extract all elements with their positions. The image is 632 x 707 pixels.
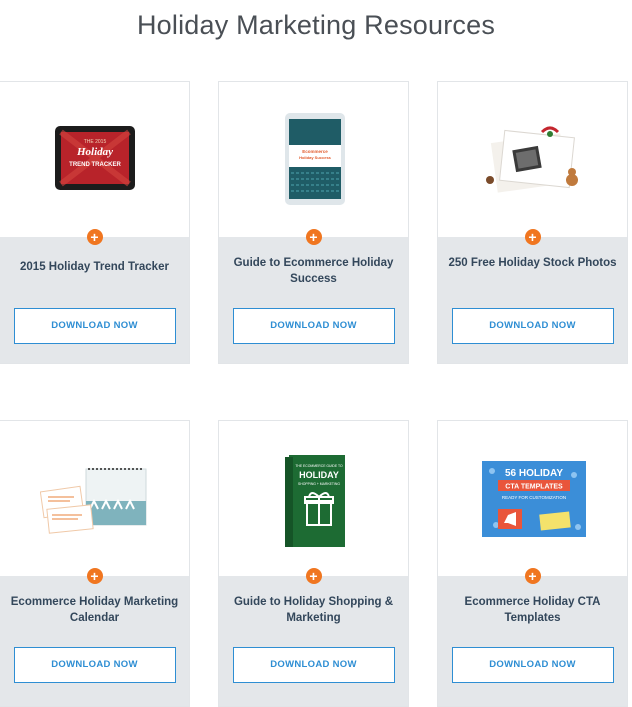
tablet-image: Ecommerce Holiday Success: [285, 113, 345, 205]
download-now-button[interactable]: DOWNLOAD NOW: [13, 308, 176, 344]
thumb-text: TREND TRACKER: [69, 162, 121, 168]
card-footer: 250 Free Holiday Stock Photos DOWNLOAD N…: [438, 237, 627, 363]
download-now-button[interactable]: DOWNLOAD NOW: [451, 647, 614, 683]
card-title: Guide to Ecommerce Holiday Success: [233, 257, 394, 285]
card-title: Guide to Holiday Shopping & Marketing: [233, 596, 394, 624]
thumb-text: Ecommerce: [302, 149, 328, 154]
card-title: Ecommerce Holiday CTA Templates: [464, 596, 601, 624]
thumb-text: 56 HOLIDAY: [505, 468, 563, 479]
card-footer: 2015 Holiday Trend Tracker DOWNLOAD NOW: [0, 237, 189, 363]
card-title: Ecommerce Holiday Marketing Calendar: [10, 596, 179, 624]
card-image-area: THE ECOMMERCE GUIDE TO HOLIDAY SHOPPING …: [219, 421, 408, 576]
ebook-image: THE ECOMMERCE GUIDE TO HOLIDAY SHOPPING …: [285, 455, 345, 547]
card-footer: Ecommerce Holiday Marketing Calendar DOW…: [0, 576, 189, 706]
resource-card-stock-photos: + 250 Free Holiday Stock Photos DOWNLOAD…: [437, 81, 628, 364]
card-image-area: [438, 82, 627, 237]
card-image-area: THE 2015 Holiday TREND TRACKER: [0, 82, 189, 237]
download-now-button[interactable]: DOWNLOAD NOW: [232, 647, 395, 683]
card-title: 250 Free Holiday Stock Photos: [448, 257, 617, 269]
plus-circle-icon[interactable]: +: [524, 568, 541, 584]
plus-circle-icon[interactable]: +: [86, 568, 103, 584]
thumb-text: HOLIDAY: [299, 470, 339, 480]
calendar-image: [40, 468, 147, 534]
thumb-text: READY FOR CUSTOMIZATION: [502, 495, 566, 500]
plus-circle-icon[interactable]: +: [305, 229, 322, 245]
thumb-text: Holiday Success: [299, 155, 332, 160]
resource-card-marketing-calendar: + Ecommerce Holiday Marketing Calendar D…: [0, 420, 190, 707]
card-image-area: [0, 421, 189, 576]
stock-photos-image: [486, 126, 578, 193]
page-title: Holiday Marketing Resources: [136, 10, 496, 40]
card-footer: Guide to Ecommerce Holiday Success DOWNL…: [219, 237, 408, 363]
thumb-text: THE ECOMMERCE GUIDE TO: [295, 464, 343, 468]
thumb-text: THE 2015: [84, 139, 107, 145]
thumb-text: Holiday: [76, 146, 113, 158]
download-now-button[interactable]: DOWNLOAD NOW: [232, 308, 395, 344]
download-now-button[interactable]: DOWNLOAD NOW: [13, 647, 176, 683]
resource-card-trend-tracker: THE 2015 Holiday TREND TRACKER + 2015 Ho…: [0, 81, 190, 364]
thumb-text: CTA TEMPLATES: [505, 484, 563, 491]
tablet-image: THE 2015 Holiday TREND TRACKER: [55, 126, 135, 190]
plus-circle-icon[interactable]: +: [524, 229, 541, 245]
card-footer: Guide to Holiday Shopping & Marketing DO…: [219, 576, 408, 706]
plus-circle-icon[interactable]: +: [86, 229, 103, 245]
resource-card-holiday-shopping-guide: THE ECOMMERCE GUIDE TO HOLIDAY SHOPPING …: [218, 420, 409, 707]
cta-templates-image: 56 HOLIDAY CTA TEMPLATES READY FOR CUSTO…: [482, 461, 586, 537]
plus-circle-icon[interactable]: +: [305, 568, 322, 584]
download-now-button[interactable]: DOWNLOAD NOW: [451, 308, 614, 344]
card-footer: Ecommerce Holiday CTA Templates DOWNLOAD…: [438, 576, 627, 706]
resource-card-ecommerce-guide: Ecommerce Holiday Success + Guide to Eco…: [218, 81, 409, 364]
card-image-area: 56 HOLIDAY CTA TEMPLATES READY FOR CUSTO…: [438, 421, 627, 576]
card-title: 2015 Holiday Trend Tracker: [20, 261, 169, 273]
thumb-text: SHOPPING + MARKETING: [298, 482, 340, 486]
card-image-area: Ecommerce Holiday Success: [219, 82, 408, 237]
resource-card-cta-templates: 56 HOLIDAY CTA TEMPLATES READY FOR CUSTO…: [437, 420, 628, 707]
